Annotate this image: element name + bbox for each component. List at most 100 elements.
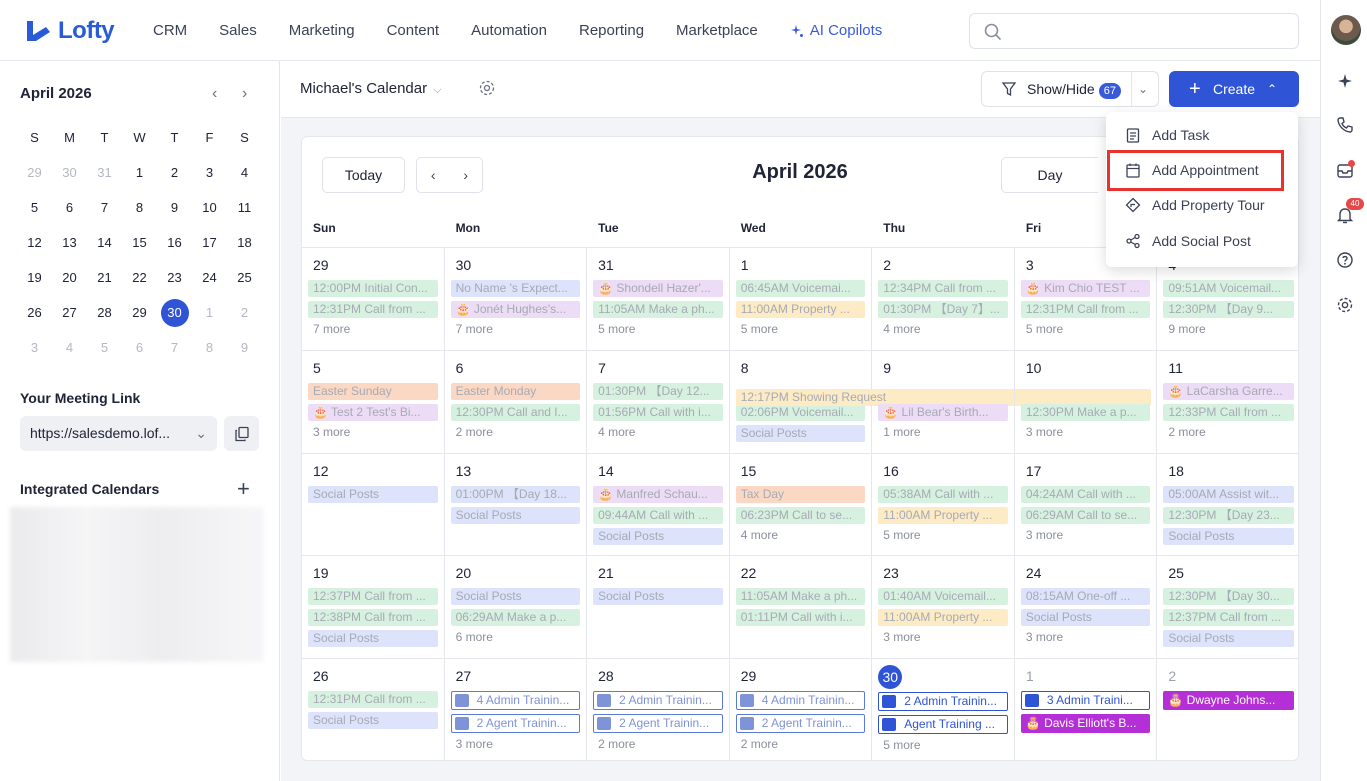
next-month-icon[interactable]: › xyxy=(463,167,468,183)
sparkle-icon[interactable] xyxy=(1335,71,1355,91)
event-chip[interactable]: 12:37PM Call from ... xyxy=(1163,609,1294,627)
event-chip[interactable]: 12:37PM Call from ... xyxy=(308,588,438,606)
mini-day[interactable]: 15 xyxy=(122,229,157,257)
day-cell[interactable]: 14 🎂 Manfred Schau... 09:44AM Call with ..… xyxy=(587,453,730,556)
nav-item-sales[interactable]: Sales xyxy=(219,20,257,42)
day-number-today[interactable]: 30 xyxy=(878,665,903,690)
mini-day[interactable]: 5 xyxy=(17,194,52,222)
mini-day[interactable]: 19 xyxy=(17,264,52,292)
day-cell[interactable]: 30 2 Admin Trainin... Agent Training ... 5 … xyxy=(872,659,1015,760)
day-cell[interactable]: 2 🎂 Dwayne Johns... xyxy=(1157,659,1298,760)
mini-day[interactable]: 9 xyxy=(227,334,262,362)
event-chip[interactable]: 08:15AM One-off ... xyxy=(1020,588,1151,606)
day-number[interactable]: 11 xyxy=(1163,357,1294,379)
day-number[interactable]: 25 xyxy=(1163,562,1294,584)
event-chip[interactable]: 12:30PM 【Day 23... xyxy=(1163,506,1294,524)
event-chip[interactable]: 12:00PM Initial Con... xyxy=(308,280,438,297)
event-chip[interactable]: Social Posts xyxy=(450,506,581,524)
day-number[interactable]: 31 xyxy=(593,254,723,276)
day-cell[interactable]: 29 4 Admin Trainin... 2 Agent Trainin... 2 … xyxy=(730,659,873,760)
today-button[interactable]: Today xyxy=(322,157,405,193)
day-cell[interactable]: 27 4 Admin Trainin... 2 Agent Trainin... 3 … xyxy=(445,659,588,760)
more-events-link[interactable]: 4 more xyxy=(593,425,723,439)
day-number[interactable]: 18 xyxy=(1163,460,1294,482)
event-chip[interactable]: Social Posts xyxy=(308,485,438,503)
more-events-link[interactable]: 7 more xyxy=(451,322,581,336)
day-number[interactable]: 2 xyxy=(1163,665,1294,687)
day-number[interactable]: 12 xyxy=(308,460,438,482)
day-cell[interactable]: 13 01:00PM 【Day 18... Social Posts xyxy=(445,453,588,556)
mini-day[interactable]: 8 xyxy=(192,334,227,362)
event-chip[interactable]: 06:23PM Call to se... xyxy=(735,506,866,524)
day-number[interactable]: 14 xyxy=(593,460,723,482)
mini-prev-icon[interactable]: ‹ xyxy=(212,85,217,103)
mini-day[interactable]: 11 xyxy=(227,194,262,222)
day-cell[interactable]: 6 Easter Monday 12:30PM Call and I... 2 mor… xyxy=(445,350,588,453)
mini-day[interactable]: 12 xyxy=(17,229,52,257)
copy-link-button[interactable] xyxy=(224,416,259,451)
more-events-link[interactable]: 6 more xyxy=(451,630,581,644)
mini-day[interactable]: 6 xyxy=(52,194,87,222)
mini-next-icon[interactable]: › xyxy=(242,85,247,103)
appointment-chip[interactable]: 2 Agent Trainin... xyxy=(450,714,581,734)
search-input[interactable] xyxy=(969,13,1299,49)
event-chip[interactable]: No Name 's Expect... xyxy=(450,280,581,297)
day-cell[interactable]: 2 12:34PM Call from ... 01:30PM 【Day 7】...… xyxy=(872,248,1015,350)
day-number[interactable]: 28 xyxy=(593,665,723,687)
mini-day[interactable]: 7 xyxy=(157,334,192,362)
more-events-link[interactable]: 1 more xyxy=(878,425,1008,439)
day-number[interactable]: 8 xyxy=(736,357,866,379)
day-cell[interactable]: 8 12:17PM Showing Request 02:06PM Voicemai… xyxy=(730,350,1152,453)
day-number[interactable]: 5 xyxy=(308,357,438,379)
event-chip[interactable]: 🎂 Lil Bear's Birth... xyxy=(878,403,1008,421)
day-cell[interactable]: 30 No Name 's Expect... 🎂 Jonét Hughes's..… xyxy=(445,248,588,350)
nav-item-ai-copilots[interactable]: AI Copilots xyxy=(790,20,882,42)
more-events-link[interactable]: 3 more xyxy=(1021,630,1151,644)
event-chip[interactable]: 🎂 Davis Elliott's B... xyxy=(1020,714,1151,734)
day-number[interactable]: 7 xyxy=(593,357,723,379)
day-number[interactable]: 21 xyxy=(593,562,723,584)
day-number[interactable]: 20 xyxy=(451,562,581,584)
mini-day[interactable]: 29 xyxy=(17,159,52,187)
day-cell[interactable]: 26 12:31PM Call from ... Social Posts xyxy=(302,659,445,760)
event-chip[interactable]: Social Posts xyxy=(1020,609,1151,627)
meeting-link-select[interactable]: https://salesdemo.lof... ⌄ xyxy=(20,416,217,451)
day-cell[interactable]: 9 🎂 Lil Bear's Birth... 1 more xyxy=(872,350,1015,453)
day-cell[interactable]: 31 🎂 Shondell Hazer'... 11:05AM Make a ph.… xyxy=(587,248,730,350)
event-chip[interactable]: 🎂 Shondell Hazer'... xyxy=(593,280,723,297)
day-number[interactable]: 16 xyxy=(878,460,1008,482)
day-number[interactable]: 10 xyxy=(1021,357,1151,379)
day-cell[interactable]: 22 11:05AM Make a ph... 01:11PM Call with … xyxy=(730,556,873,659)
appointment-chip[interactable]: 2 Admin Trainin... xyxy=(593,691,723,711)
day-number[interactable]: 23 xyxy=(878,562,1008,584)
day-number[interactable]: 13 xyxy=(451,460,581,482)
day-number[interactable]: 6 xyxy=(451,357,581,379)
more-events-link[interactable]: 4 more xyxy=(878,322,1008,336)
more-events-link[interactable]: 7 more xyxy=(308,322,438,336)
day-cell[interactable]: 17 04:24AM Call with ... 06:29AM Call to s… xyxy=(1015,453,1158,556)
event-chip[interactable]: 12:33PM Call from ... xyxy=(1163,403,1294,421)
more-events-link[interactable]: 2 more xyxy=(736,737,866,751)
day-cell[interactable]: 11 🎂 LaCarsha Garre... 12:33PM Call from .… xyxy=(1157,351,1298,453)
day-number[interactable]: 1 xyxy=(1021,665,1151,687)
day-number[interactable]: 15 xyxy=(736,460,866,482)
day-number[interactable]: 22 xyxy=(736,562,866,584)
more-events-link[interactable]: 3 more xyxy=(878,630,1008,644)
event-chip[interactable]: 12:31PM Call from ... xyxy=(308,691,438,709)
event-chip[interactable]: Tax Day xyxy=(735,485,866,503)
appointment-chip[interactable]: 2 Agent Trainin... xyxy=(735,714,866,734)
event-chip[interactable]: 01:30PM 【Day 7】... xyxy=(878,301,1008,318)
day-number[interactable]: 9 xyxy=(878,357,1008,379)
more-events-link[interactable]: 5 more xyxy=(1021,322,1151,336)
mini-day[interactable]: 1 xyxy=(122,159,157,187)
day-number[interactable]: 19 xyxy=(308,562,438,584)
day-cell[interactable]: 12 Social Posts xyxy=(302,453,445,556)
day-number[interactable]: 24 xyxy=(1021,562,1151,584)
event-chip[interactable]: 01:40AM Voicemail... xyxy=(878,588,1008,606)
more-events-link[interactable]: 5 more xyxy=(878,528,1008,542)
mini-day[interactable]: 5 xyxy=(87,334,122,362)
day-cell[interactable]: 20 Social Posts 06:29AM Make a p... 6 more xyxy=(445,556,588,659)
more-events-link[interactable]: 2 more xyxy=(593,737,723,751)
appointment-chip[interactable]: 2 Admin Trainin... xyxy=(878,692,1008,712)
chevron-down-icon[interactable]: ⌄ xyxy=(1138,72,1148,106)
